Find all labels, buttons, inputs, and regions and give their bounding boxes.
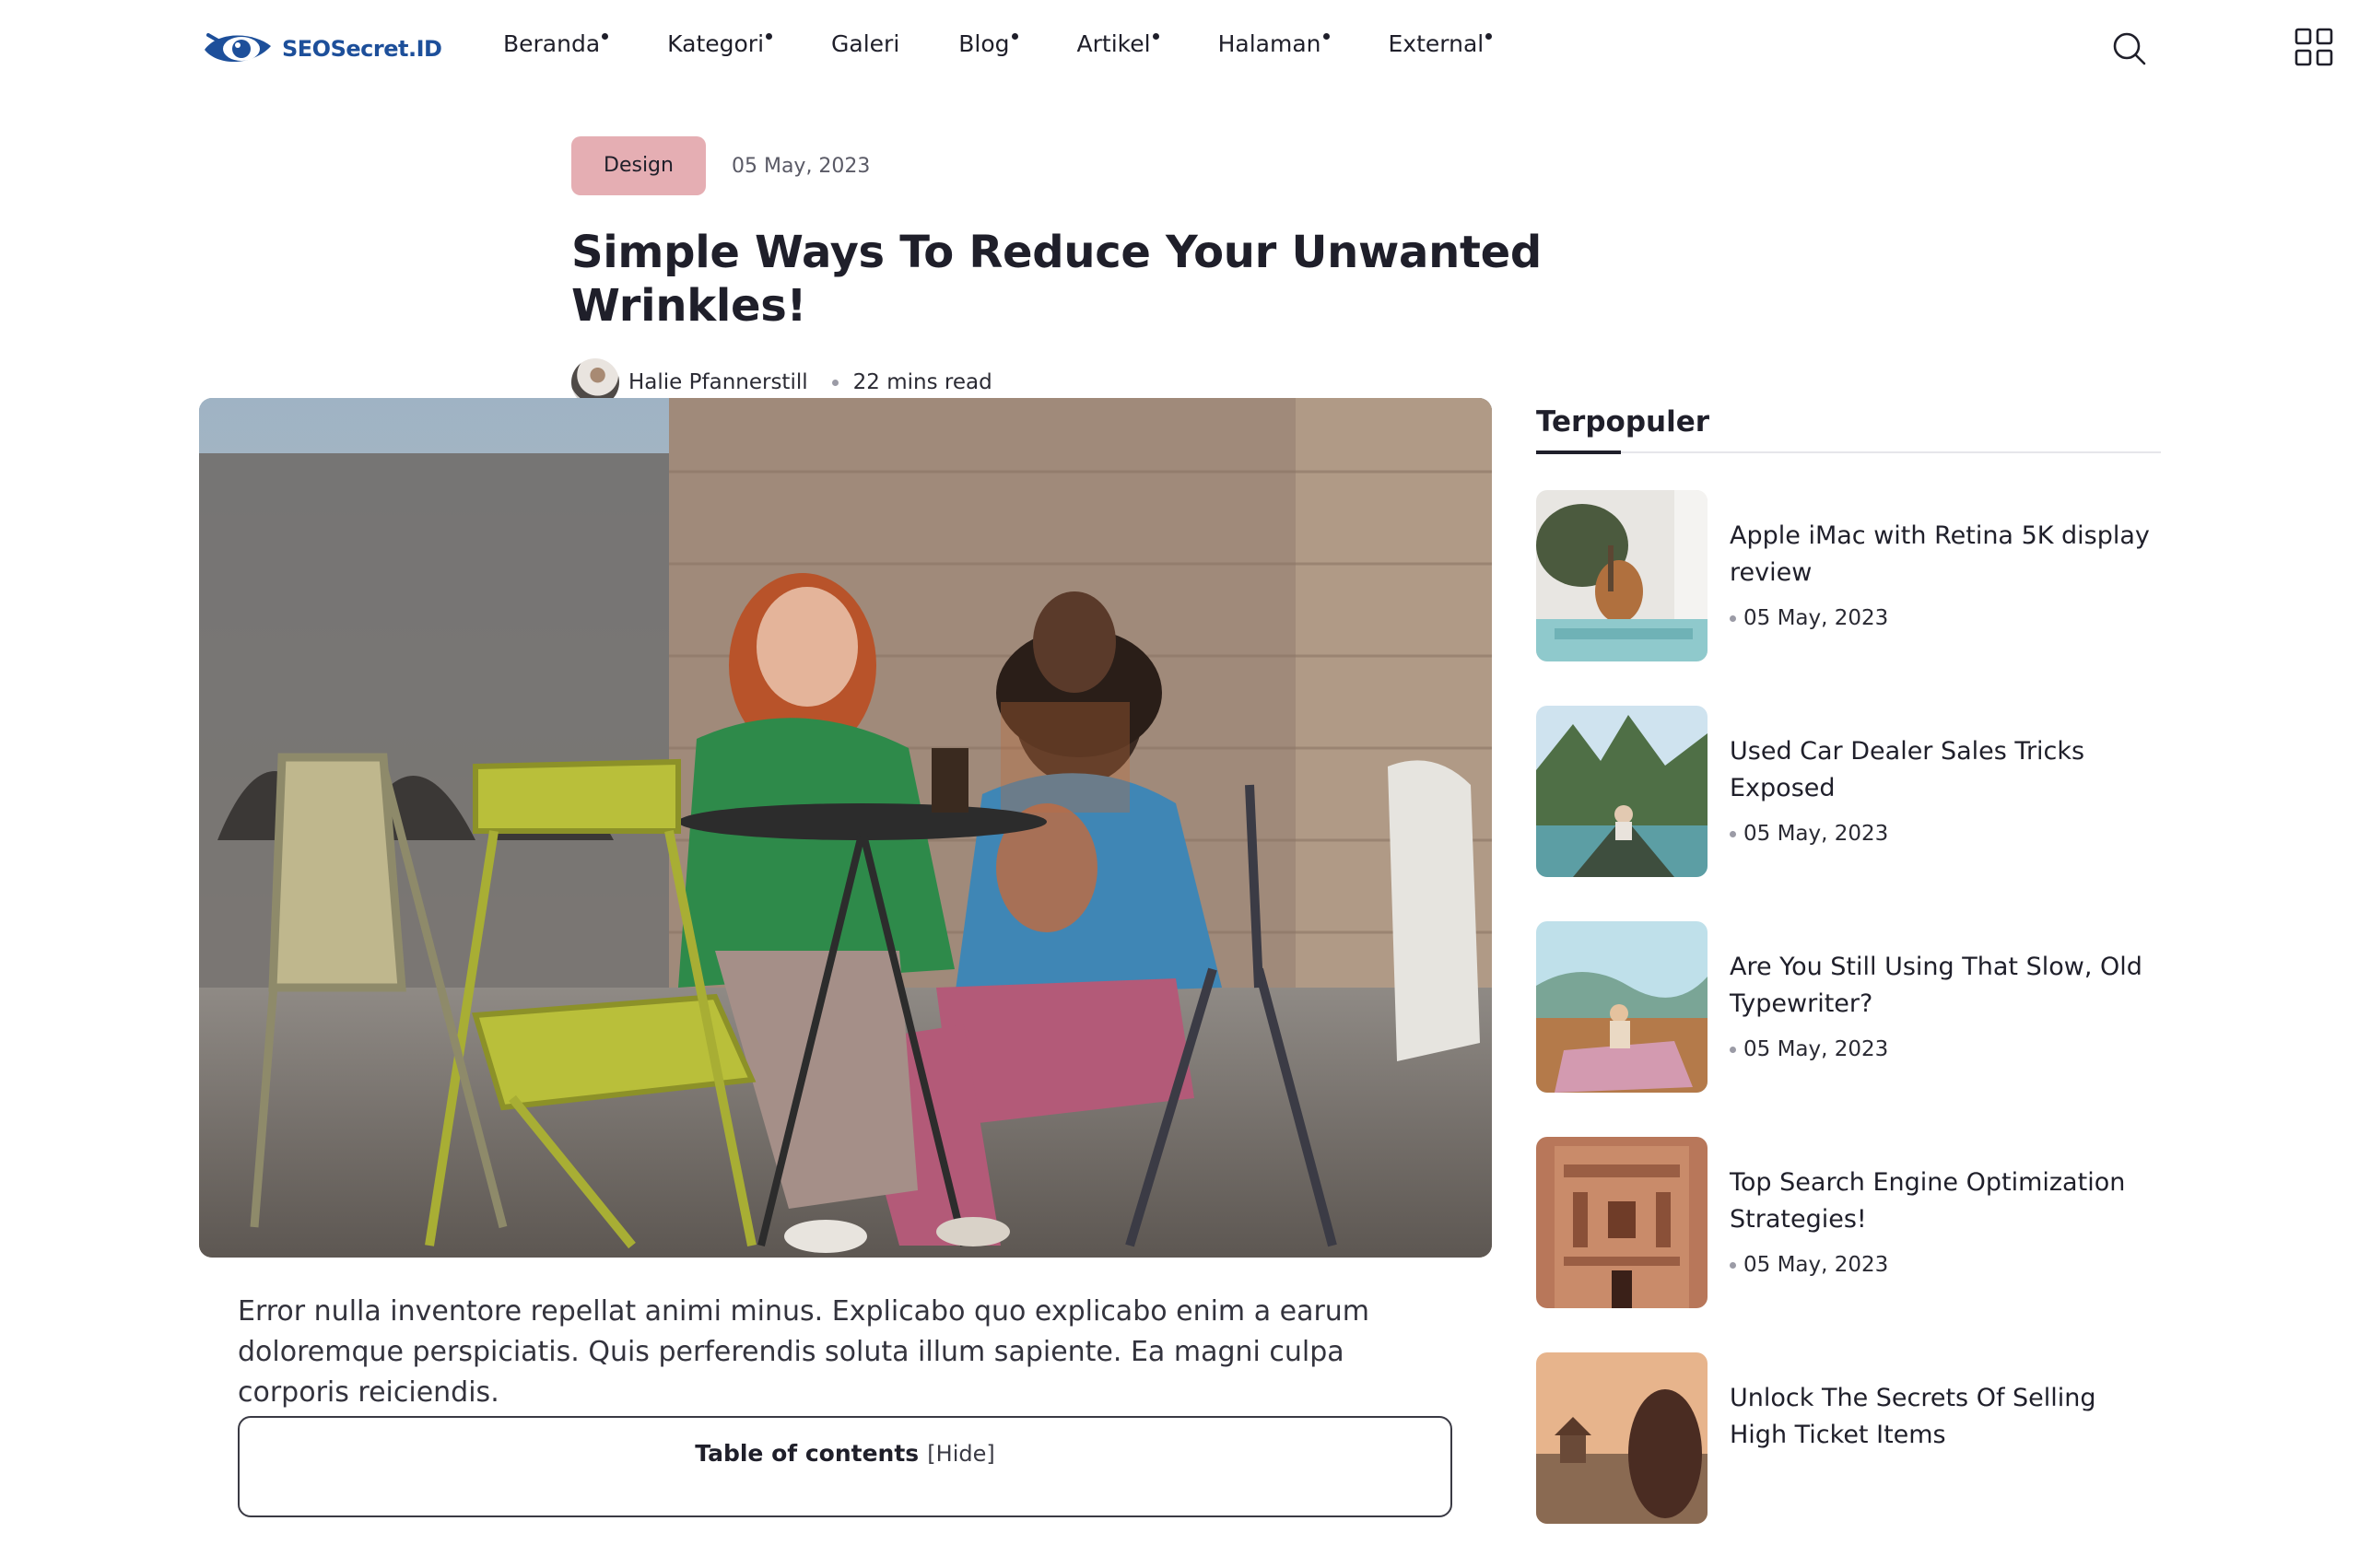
article-header: Design 05 May, 2023 Simple Ways To Reduc… [571,136,1677,407]
post-title[interactable]: Apple iMac with Retina 5K display review [1730,518,2161,591]
page-title: Simple Ways To Reduce Your Unwanted Wrin… [571,227,1542,332]
separator-dot-icon [1730,1261,1736,1269]
post-date: 05 May, 2023 [1730,1253,2161,1277]
nav-item-artikel[interactable]: Artikel [1077,30,1159,57]
vase-thumbnail-image [1536,490,1708,661]
brand-name: SEOSecret.ID [282,36,442,62]
nav-item-galeri[interactable]: Galeri [831,30,899,57]
popular-post-item[interactable]: Used Car Dealer Sales Tricks Exposed 05 … [1536,706,2161,921]
nav-label: Kategori [667,30,765,57]
eye-logo-icon [205,33,271,63]
table-of-contents: Table of contents [Hide] [238,1416,1452,1517]
separator-dot-icon [1730,1046,1736,1053]
dropdown-dot-icon [602,33,609,40]
main-nav: Beranda Kategori Galeri Blog Artikel Hal… [503,30,1551,57]
post-body: Are You Still Using That Slow, Old Typew… [1730,921,2161,1061]
article-intro: Error nulla inventore repellat animi min… [238,1295,1370,1409]
post-date: 05 May, 2023 [1730,606,2161,630]
sidebar-divider [1536,451,2161,454]
grid-icon [2294,28,2333,66]
post-date: 05 May, 2023 [1730,1037,2161,1061]
post-date-text: 05 May, 2023 [1743,822,1889,846]
boat-thumbnail-image [1536,706,1708,877]
nav-item-external[interactable]: External [1389,30,1493,57]
post-body: Unlock The Secrets Of Selling High Ticke… [1730,1352,2161,1454]
dropdown-dot-icon [1152,33,1159,40]
post-body: Apple iMac with Retina 5K display review… [1730,490,2161,630]
site-logo[interactable]: SEOSecret.ID [201,26,442,72]
nav-label: Blog [958,30,1010,57]
post-thumbnail[interactable] [1536,490,1708,661]
nav-label: Artikel [1076,30,1151,57]
popular-post-item[interactable]: Are You Still Using That Slow, Old Typew… [1536,921,2161,1137]
sidebar-title: Terpopuler [1536,405,1710,439]
picnic-thumbnail-image [1536,921,1708,1093]
post-thumbnail[interactable] [1536,1352,1708,1524]
popular-post-item[interactable]: Unlock The Secrets Of Selling High Ticke… [1536,1352,2161,1568]
post-title[interactable]: Used Car Dealer Sales Tricks Exposed [1730,733,2161,807]
nav-label: External [1388,30,1485,57]
temple-thumbnail-image [1536,1137,1708,1308]
dropdown-dot-icon [766,33,773,40]
post-date-text: 05 May, 2023 [1743,1253,1889,1277]
article-meta: Design 05 May, 2023 [571,136,1677,195]
nav-label: Galeri [831,30,900,57]
read-time: 22 mins read [852,370,992,395]
popular-sidebar: Terpopuler Apple iMac with Retina 5K dis… [1536,405,2161,1568]
author-name[interactable]: Halie Pfannerstill [628,370,808,394]
search-button[interactable] [2112,31,2147,66]
hero-image [199,398,1492,1258]
popular-post-item[interactable]: Apple iMac with Retina 5K display review… [1536,490,2161,706]
post-thumbnail[interactable] [1536,921,1708,1093]
post-date-text: 05 May, 2023 [1743,606,1889,630]
nav-item-kategori[interactable]: Kategori [667,30,773,57]
post-title[interactable]: Top Search Engine Optimization Strategie… [1730,1164,2161,1238]
post-thumbnail[interactable] [1536,1137,1708,1308]
post-body: Used Car Dealer Sales Tricks Exposed 05 … [1730,706,2161,846]
menu-grid-button[interactable] [2294,28,2333,66]
nav-label: Halaman [1217,30,1321,57]
dropdown-dot-icon [1485,33,1493,40]
separator-dot-icon [1730,830,1736,837]
site-header: SEOSecret.ID Beranda Kategori Galeri Blo… [0,0,2359,101]
search-icon [2113,32,2146,65]
popular-post-list: Apple iMac with Retina 5K display review… [1536,490,2161,1568]
nav-item-blog[interactable]: Blog [958,30,1018,57]
dropdown-dot-icon [1322,33,1330,40]
nav-item-halaman[interactable]: Halaman [1218,30,1330,57]
nav-label: Beranda [503,30,601,57]
separator-dot-icon [831,379,839,386]
dropdown-dot-icon [1011,33,1018,40]
post-date-text: 05 May, 2023 [1743,1037,1889,1061]
post-title[interactable]: Unlock The Secrets Of Selling High Ticke… [1730,1380,2161,1454]
post-date: 05 May, 2023 [1730,822,2161,846]
post-title[interactable]: Are You Still Using That Slow, Old Typew… [1730,949,2161,1023]
sunset-thumbnail-image [1536,1352,1708,1524]
separator-dot-icon [1730,614,1736,622]
cafe-scene-image [199,398,1492,1258]
post-date: 05 May, 2023 [731,154,871,178]
post-body: Top Search Engine Optimization Strategie… [1730,1137,2161,1277]
nav-item-beranda[interactable]: Beranda [503,30,609,57]
toc-title: Table of contents [695,1440,920,1467]
category-badge[interactable]: Design [571,136,706,195]
popular-post-item[interactable]: Top Search Engine Optimization Strategie… [1536,1137,2161,1352]
post-thumbnail[interactable] [1536,706,1708,877]
toc-hide-toggle[interactable]: [Hide] [927,1441,994,1467]
